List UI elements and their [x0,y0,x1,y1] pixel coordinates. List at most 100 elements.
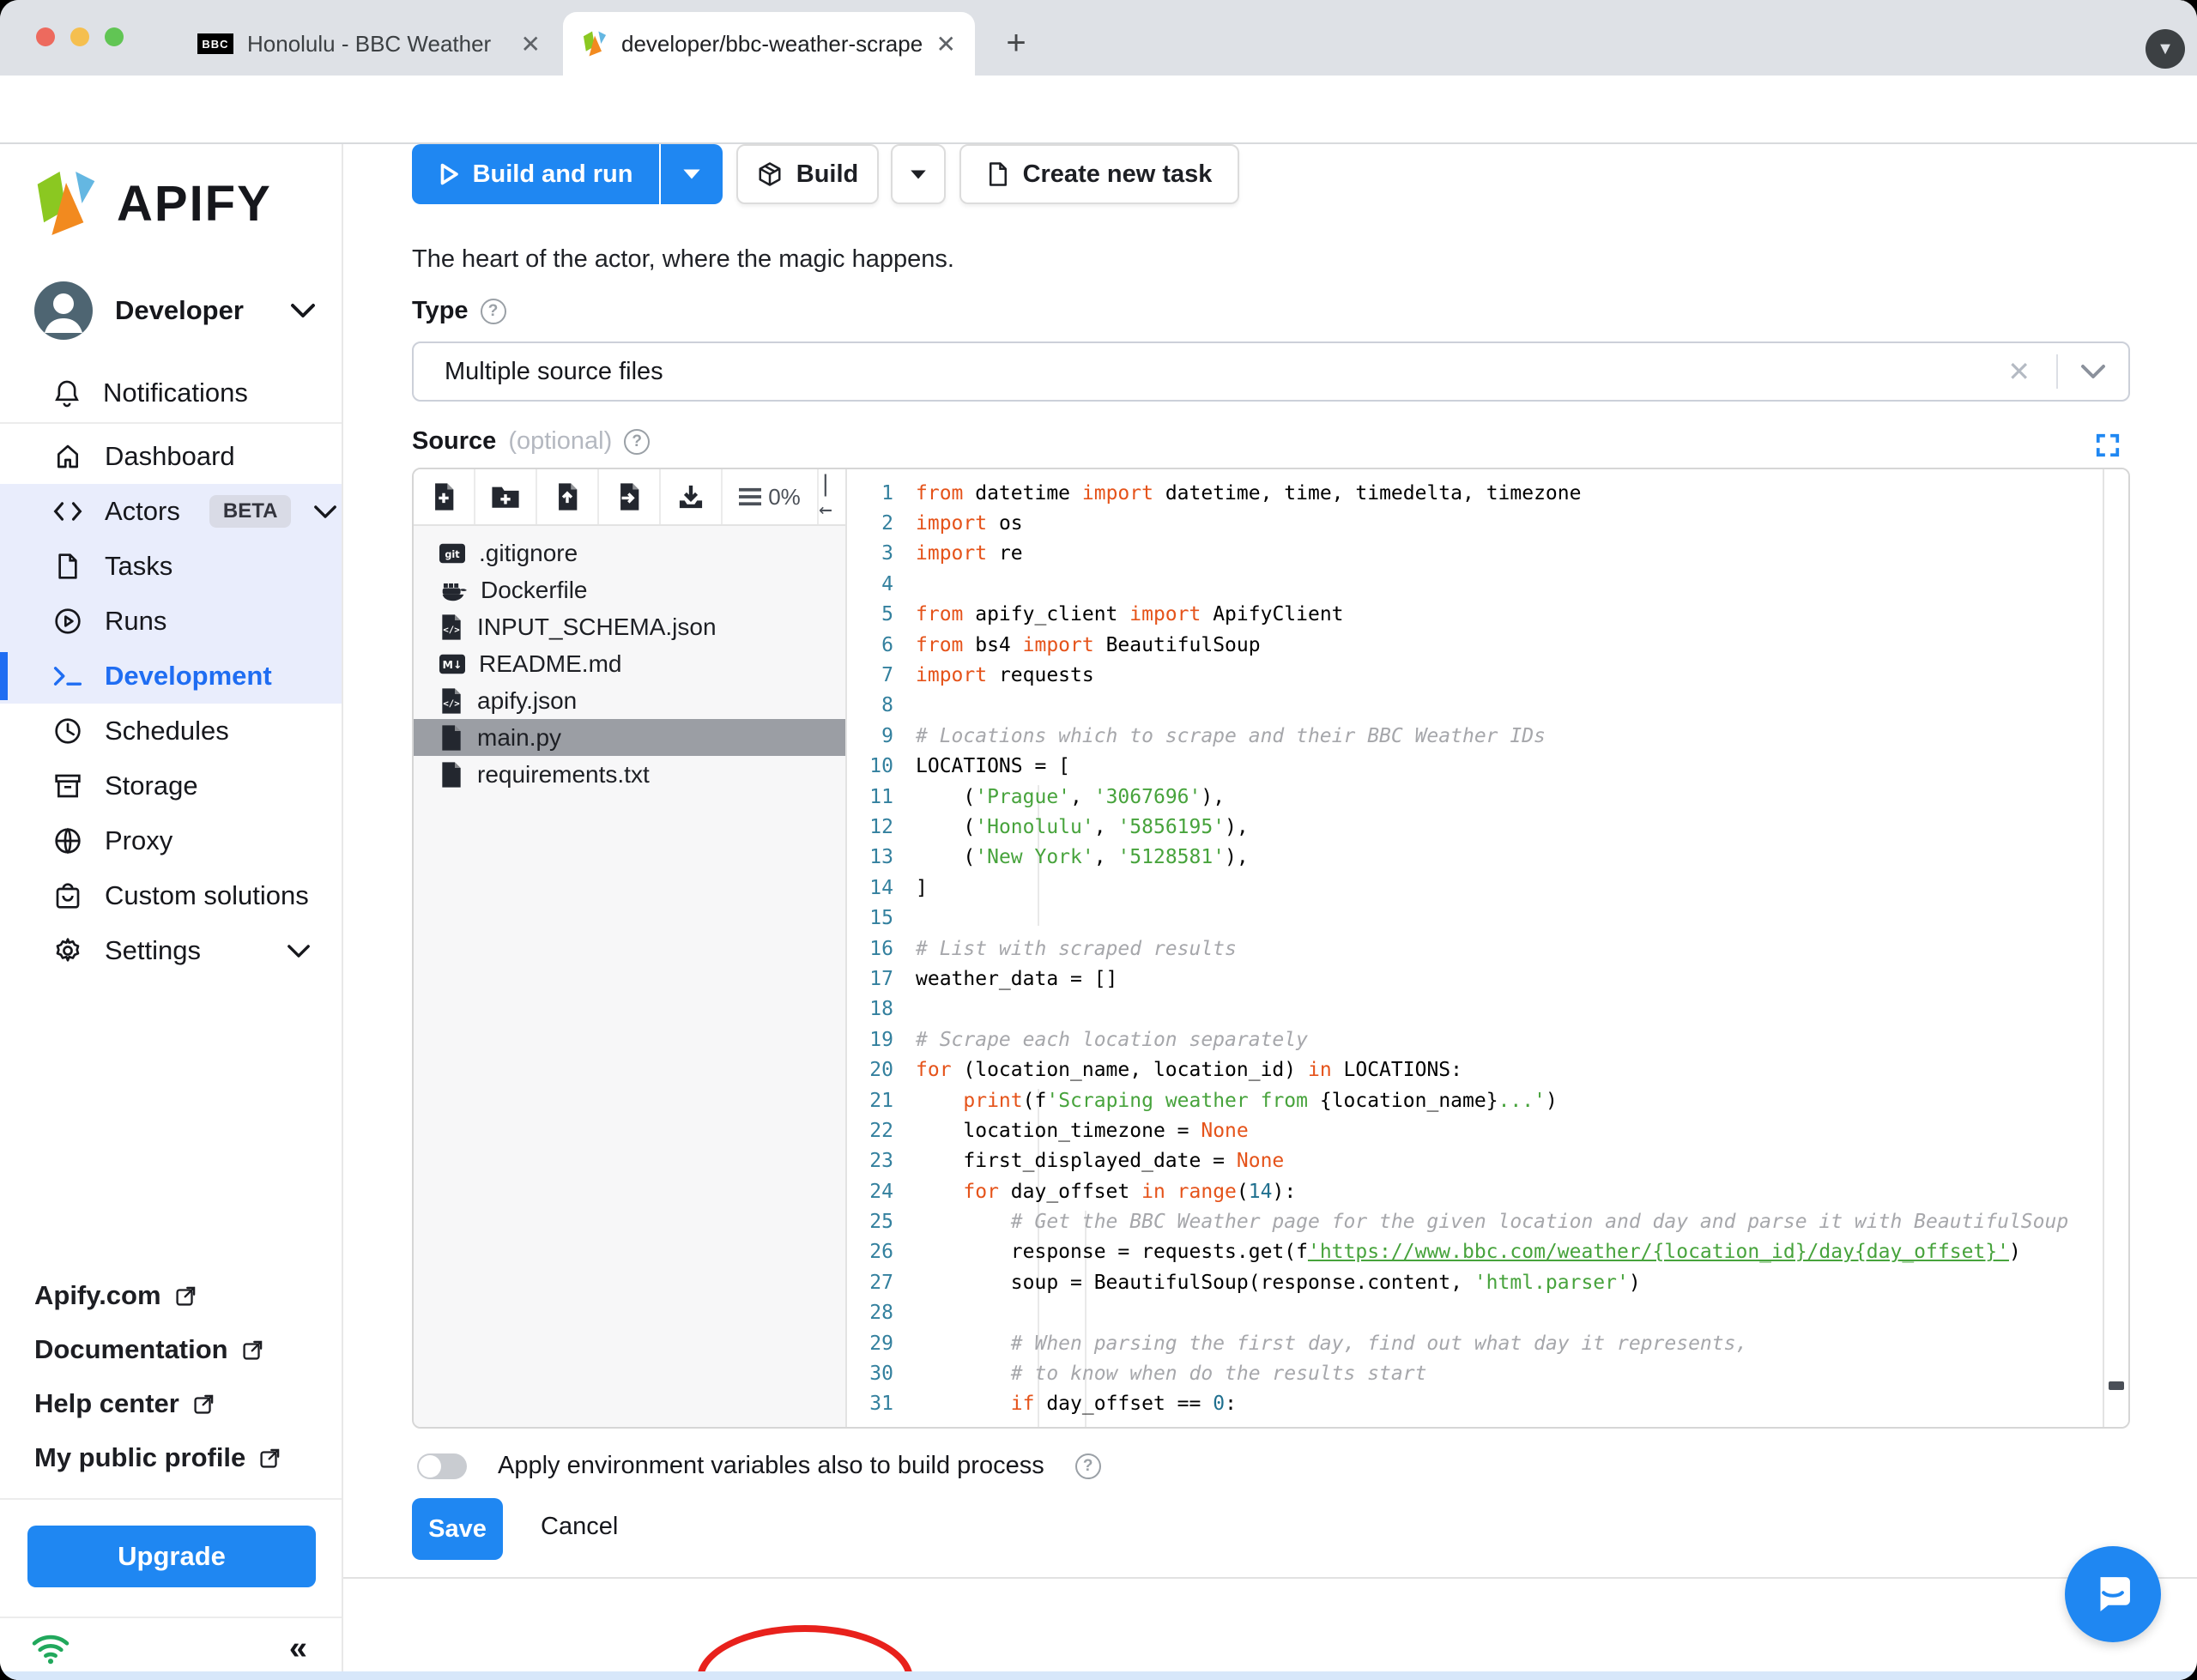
collapse-left-icon: |← [819,471,832,523]
save-button[interactable]: Save [412,1498,503,1560]
sidebar-item-dashboard[interactable]: Dashboard [0,429,342,484]
file-item-input-schema-json[interactable]: </> INPUT_SCHEMA.json [414,608,845,645]
code-line: 9 # Locations which to scrape and their B… [847,721,2103,751]
line-number: 8 [881,694,893,717]
upload-file-button[interactable] [537,469,599,524]
line-number: 9 [881,724,893,747]
sidebar-item-notifications[interactable]: Notifications [53,378,248,408]
env-variables-toggle[interactable] [417,1453,467,1479]
help-icon[interactable]: ? [624,428,651,455]
toggle-knob [419,1454,441,1478]
external-link-icon [175,1284,197,1307]
line-number: 28 [869,1302,893,1325]
help-icon[interactable]: ? [480,298,506,324]
maximize-window-button[interactable] [105,27,124,46]
sidebar-item-settings[interactable]: Settings [0,923,342,978]
code-line: 5 from apify_client import ApifyClient [847,600,2103,630]
new-tab-button[interactable]: + [997,26,1035,63]
chevron-down-icon[interactable] [2080,364,2106,379]
collapse-panel-button[interactable]: |← [819,469,845,524]
file-item-main-py[interactable]: main.py [414,719,845,756]
sidebar-item-schedules[interactable]: Schedules [0,704,342,758]
sidebar-item-custom-solutions[interactable]: Custom solutions [0,868,342,923]
sidebar-item-runs[interactable]: Runs [0,594,342,649]
new-folder-button[interactable] [475,469,537,524]
chevron-down-icon [290,303,316,318]
tab-title: developer/bbc-weather-scrape [621,30,923,57]
file-name: apify.json [477,686,578,714]
new-file-button[interactable] [414,469,475,524]
sidebar-link-documentation[interactable]: Documentation [34,1333,281,1367]
sidebar-item-development[interactable]: Development [0,649,342,704]
clear-select-icon[interactable]: ✕ [2007,355,2031,388]
sidebar-link-my-public-profile[interactable]: My public profile [34,1441,281,1475]
tab-strip: BBC Honolulu - BBC Weather ✕ developer/b… [0,0,2197,76]
code-panel[interactable]: 1 from datetime import datetime, time, ti… [847,469,2103,1427]
editor-scrollbar[interactable] [2103,469,2128,1427]
sidebar-link-help-center[interactable]: Help center [34,1387,281,1421]
line-number: 10 [869,755,893,778]
play-circle-icon [53,607,82,635]
line-number: 21 [869,1089,893,1112]
scrollbar-thumb[interactable] [2109,1381,2124,1390]
sidebar-item-actors[interactable]: Actors BETA [0,484,342,539]
chat-widget-button[interactable] [2065,1546,2161,1642]
sidebar-item-label: Development [105,661,272,691]
file-item--gitignore[interactable]: git .gitignore [414,535,845,571]
file-item-apify-json[interactable]: </> apify.json [414,682,845,719]
close-window-button[interactable] [36,27,55,46]
zoom-percent: 0% [768,483,801,510]
import-file-button[interactable] [599,469,661,524]
new-folder-icon [491,484,520,510]
source-optional-label: (optional) [508,427,613,455]
list-icon [739,487,762,506]
minimize-window-button[interactable] [70,27,89,46]
main-content: Source code The heart of the actor, wher… [343,144,2197,1680]
sidebar-item-label: Dashboard [105,441,235,471]
tab-search-button[interactable]: ▼ [2146,29,2185,69]
browser-toolbar: ← → ⟳ https://console.apify.com/actors/d… [0,76,2197,211]
build-and-run-button[interactable]: Build and run [412,144,659,204]
sidebar-item-proxy[interactable]: Proxy [0,813,342,868]
create-new-task-button[interactable]: Create new task [959,144,1239,204]
close-tab-icon[interactable]: ✕ [936,30,956,58]
build-dropdown-button[interactable] [891,144,946,204]
file-item-readme-md[interactable]: M↓ README.md [414,645,845,682]
build-button[interactable]: Build [736,144,879,204]
svg-text:M↓: M↓ [443,658,463,671]
line-number: 7 [881,664,893,687]
code-line: 21 print (f 'Scraping weather from {locati… [847,1085,2103,1115]
home-icon [53,443,82,470]
code-line: 30 # to know when do the results start [847,1358,2103,1388]
caret-down-icon [683,169,700,179]
tab-bbc-weather[interactable]: BBC Honolulu - BBC Weather ✕ [179,12,560,76]
close-tab-icon[interactable]: ✕ [521,30,541,58]
svg-text:</>: </> [443,698,459,709]
fullscreen-expand-icon[interactable] [2095,432,2121,458]
cancel-button[interactable]: Cancel [541,1513,618,1541]
apify-logo[interactable]: APIFY [34,168,272,239]
sidebar-item-storage[interactable]: Storage [0,758,342,813]
account-switcher[interactable]: Developer [33,280,316,341]
file-tree: git .gitignore Dockerfile </> INPUT_SCHEMA.j… [414,526,847,1427]
sidebar-link-apify-com[interactable]: Apify.com [34,1278,281,1313]
beta-badge: BETA [209,495,292,528]
build-and-run-dropdown-button[interactable] [661,144,723,204]
source-code-editor[interactable]: 0% |← git .gitignore Dockerfile </> INPUT_SCH… [412,468,2130,1429]
editor-zoom-control[interactable]: 0% [723,469,819,524]
source-type-select[interactable]: Multiple source files ✕ [412,341,2130,402]
source-label: Source (optional) ? [412,427,651,456]
help-icon[interactable]: ? [1074,1453,1101,1479]
sidebar-item-tasks[interactable]: Tasks [0,539,342,594]
codefile-file-icon: </> [439,687,463,715]
code-line: 14] [847,873,2103,903]
toggle-label: Apply environment variables also to buil… [498,1452,1044,1479]
download-button[interactable] [661,469,723,524]
bell-icon [53,378,81,408]
collapse-sidebar-button[interactable]: « [289,1630,307,1667]
file-item-dockerfile[interactable]: Dockerfile [414,571,845,608]
tab-apify-console[interactable]: developer/bbc-weather-scrape ✕ [563,12,975,76]
file-item-requirements-txt[interactable]: requirements.txt [414,756,845,793]
upgrade-button[interactable]: Upgrade [27,1526,316,1587]
apify-logo-text: APIFY [117,175,272,232]
